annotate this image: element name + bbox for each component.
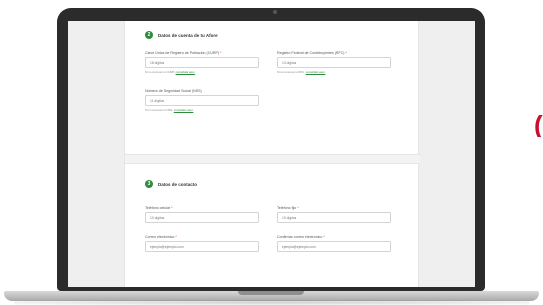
section-title: Datos de cuenta de tu Afore xyxy=(158,32,218,38)
mobile-input[interactable] xyxy=(145,212,259,223)
curp-lookup-link[interactable]: consúltala aquí. xyxy=(176,70,196,74)
laptop-shadow xyxy=(14,300,529,305)
landline-field-group: Teléfono fijo * xyxy=(277,206,391,223)
section-header: 3 Datos de contacto xyxy=(145,180,197,188)
rfc-hint: Si no conoces tu RFC, consúltalo aquí. xyxy=(277,70,326,74)
section-header: 2 Datos de cuenta de tu Afore xyxy=(145,31,218,39)
brand-logo-fragment: ( xyxy=(534,113,543,137)
step-number-badge: 2 xyxy=(145,31,153,39)
email-input[interactable] xyxy=(145,241,259,252)
rfc-input[interactable] xyxy=(277,57,391,68)
mobile-field-group: Teléfono celular * xyxy=(145,206,259,223)
curp-input[interactable] xyxy=(145,57,259,68)
email-confirm-field-group: Confirmar correo electrónico * xyxy=(277,235,391,252)
nss-input[interactable] xyxy=(145,95,259,106)
nss-field-group: Número de Seguridad Social (NSS) Si no c… xyxy=(145,89,259,112)
nss-lookup-link[interactable]: consúltalo aquí. xyxy=(174,108,194,112)
email-field-group: Correo electrónico * xyxy=(145,235,259,252)
rfc-field-group: Registro Federal de Contribuyentes (RFC)… xyxy=(277,51,391,74)
stage: 2 Datos de cuenta de tu Afore Clave Únic… xyxy=(0,0,543,305)
section-title: Datos de contacto xyxy=(158,181,198,187)
curp-field-group: Clave Única de Registro de Población (CU… xyxy=(145,51,259,74)
laptop-base-notch xyxy=(238,291,304,295)
form-card: 2 Datos de cuenta de tu Afore Clave Únic… xyxy=(124,21,420,287)
section-contact: 3 Datos de contacto Teléfono celular * T… xyxy=(125,166,420,287)
step-number-badge: 3 xyxy=(145,180,153,188)
camera-icon xyxy=(273,10,277,14)
section-divider xyxy=(125,154,420,164)
section-afore-account: 2 Datos de cuenta de tu Afore Clave Únic… xyxy=(125,21,420,152)
email-confirm-input[interactable] xyxy=(277,241,391,252)
rfc-lookup-link[interactable]: consúltalo aquí. xyxy=(306,70,326,74)
nss-hint: Si no conoces tu NSS, consúltalo aquí. xyxy=(145,108,194,112)
landline-input[interactable] xyxy=(277,212,391,223)
curp-hint: Si no conoces tu CURP, consúltala aquí. xyxy=(145,70,196,74)
